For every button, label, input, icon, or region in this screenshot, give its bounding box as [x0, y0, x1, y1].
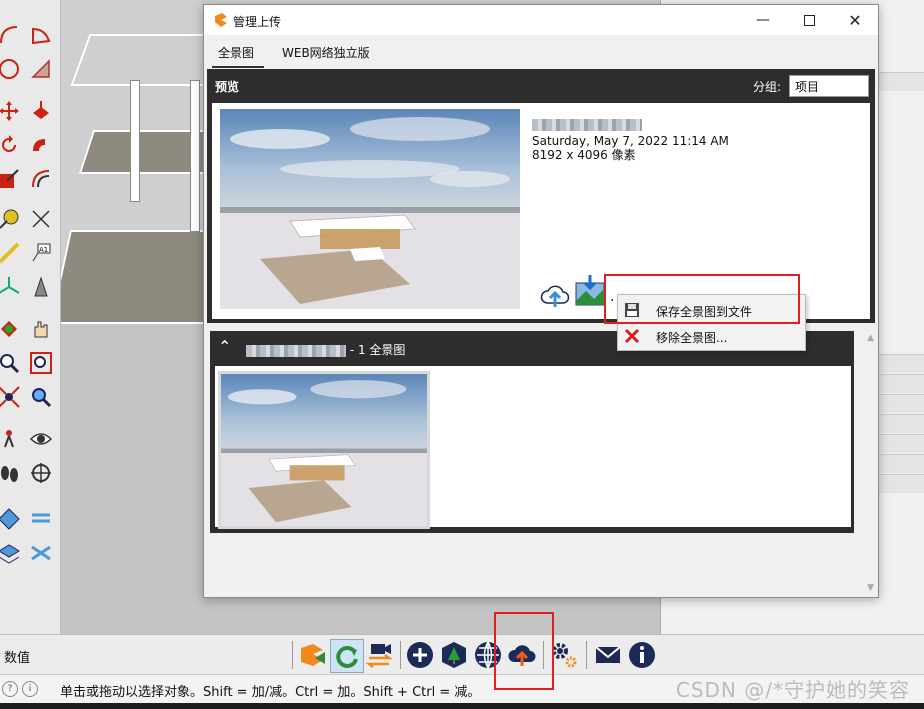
upload-cloud-icon[interactable] — [540, 281, 570, 309]
scroll-up-icon[interactable]: ▲ — [867, 333, 874, 343]
polygon-icon[interactable] — [28, 56, 54, 82]
chevron-up-icon[interactable]: ⌃ — [218, 337, 231, 356]
section-plane-icon[interactable] — [28, 460, 54, 486]
redacted-group-name — [246, 344, 346, 357]
menu-item-remove-panorama[interactable]: 移除全景图... — [618, 323, 805, 349]
zoom-window-icon[interactable] — [28, 350, 54, 376]
panel-row — [879, 414, 924, 433]
highlight-box — [604, 274, 800, 324]
video-editor-icon[interactable] — [364, 639, 396, 671]
svg-text:A1: A1 — [39, 246, 48, 254]
panel-row — [879, 354, 924, 373]
about-info-icon[interactable] — [626, 639, 658, 671]
position-camera-icon[interactable] — [0, 426, 22, 452]
look-around-icon[interactable] — [28, 426, 54, 452]
3d-text-icon[interactable] — [28, 274, 54, 300]
group-label: 分组: — [753, 80, 782, 94]
zoom-icon[interactable] — [0, 350, 22, 376]
maximize-button[interactable] — [786, 5, 832, 35]
zoom-extents-icon[interactable] — [0, 384, 22, 410]
panorama-preview-image — [220, 109, 520, 309]
offset-icon[interactable] — [28, 166, 54, 192]
panorama-thumbnail[interactable] — [218, 371, 430, 529]
column — [130, 80, 140, 202]
push-pull-icon[interactable] — [28, 98, 54, 124]
rotate-icon[interactable] — [0, 132, 22, 158]
protractor-icon[interactable] — [0, 240, 22, 266]
info-icon[interactable]: ? — [2, 681, 18, 697]
follow-me-icon[interactable] — [28, 132, 54, 158]
panorama-date: Saturday, May 7, 2022 11:14 AM — [532, 134, 729, 148]
enscape-app-icon — [213, 12, 229, 28]
redacted-name — [532, 119, 642, 131]
panel-row — [879, 434, 924, 453]
group-dropdown[interactable]: 项目 ⌄ — [789, 75, 869, 97]
watermark: CSDN @/*守护她的笑容 — [675, 678, 910, 702]
move-icon[interactable] — [0, 98, 22, 124]
previous-view-icon[interactable] — [28, 384, 54, 410]
panel-row — [879, 454, 924, 473]
sandbox-drape-icon[interactable] — [28, 506, 54, 532]
circle-icon[interactable] — [0, 56, 22, 82]
active-tab-indicator — [212, 66, 264, 68]
text-icon[interactable]: A1 — [28, 240, 54, 266]
panorama-resolution: 8192 x 4096 像素 — [532, 148, 636, 162]
panel-row — [879, 474, 924, 493]
tape-measure-icon[interactable] — [0, 206, 22, 232]
left-toolbar: A1 — [0, 0, 61, 634]
enscape-logo-icon[interactable] — [296, 639, 328, 671]
panel-row — [879, 394, 924, 413]
scale-icon[interactable] — [0, 166, 22, 192]
taskbar-edge — [0, 703, 924, 709]
panorama-metadata: Saturday, May 7, 2022 11:14 AM 8192 x 40… — [532, 119, 729, 162]
tab-panoramas[interactable]: 全景图 — [218, 44, 254, 61]
status-message: 单击或拖动以选择对象。Shift = 加/减。Ctrl = 加。Shift + … — [60, 685, 481, 700]
red-x-icon — [624, 328, 640, 344]
group-count: - 1 全景图 — [349, 343, 406, 357]
save-image-icon[interactable] — [574, 275, 606, 307]
walk-icon[interactable] — [0, 460, 22, 486]
axes-icon[interactable] — [0, 274, 22, 300]
pan-icon[interactable] — [28, 316, 54, 342]
group-panel: ⌃ - 1 全景图 — [210, 331, 854, 533]
scroll-down-icon[interactable]: ▼ — [867, 583, 874, 593]
group-body — [215, 366, 851, 529]
live-update-icon[interactable] — [330, 639, 364, 673]
add-view-icon[interactable] — [404, 639, 436, 671]
dimension-icon[interactable] — [28, 206, 54, 232]
arc-icon[interactable] — [0, 22, 22, 48]
close-button[interactable]: ✕ — [832, 5, 878, 35]
menu-item-label: 移除全景图... — [656, 331, 728, 345]
orbit-icon[interactable] — [0, 316, 22, 342]
preview-header: 预览 — [215, 80, 240, 94]
panel-row — [879, 72, 924, 91]
pie-icon[interactable] — [28, 22, 54, 48]
instructor-icon[interactable]: i — [22, 681, 38, 697]
feedback-mail-icon[interactable] — [592, 639, 624, 671]
toolbar-separator — [586, 641, 587, 669]
measurements-label: 数值 — [4, 651, 31, 666]
asset-library-icon[interactable] — [438, 639, 470, 671]
toolbar-separator — [400, 641, 401, 669]
highlight-box — [494, 612, 554, 690]
tab-web-standalone[interactable]: WEB网络独立版 — [282, 44, 370, 61]
minimize-button[interactable]: — — [740, 5, 786, 35]
dialog-tabs: 全景图 WEB网络独立版 — [204, 35, 878, 69]
toolbar-separator — [292, 641, 293, 669]
column — [190, 80, 200, 232]
sandbox-stamp-icon[interactable] — [0, 540, 22, 566]
sandbox-flip-icon[interactable] — [28, 540, 54, 566]
panel-row — [879, 374, 924, 393]
dialog-titlebar: 管理上传 — ✕ — [204, 5, 878, 35]
sandbox-icon[interactable] — [0, 506, 22, 532]
chevron-down-icon: ⌄ — [795, 80, 803, 90]
bottom-toolbar: 数值 — [0, 634, 924, 675]
dialog-title: 管理上传 — [233, 15, 282, 29]
group-header: - 1 全景图 — [246, 341, 405, 358]
